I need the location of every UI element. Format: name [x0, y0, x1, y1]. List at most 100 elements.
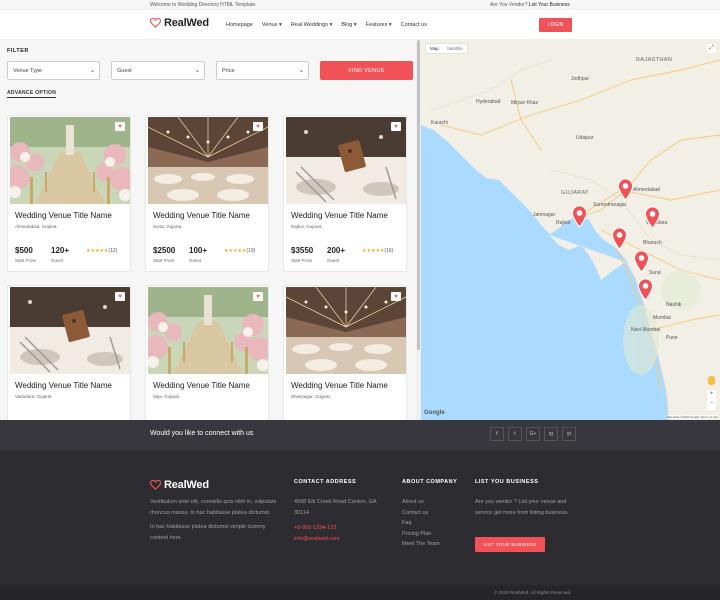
- venue-rating: ★★★★★(19): [224, 248, 255, 254]
- nav-item-contact-us[interactable]: Contact us: [401, 22, 427, 28]
- site-header: RealWed Homepage Venue ▾ Real Weddings ▾ Bl…: [0, 10, 720, 40]
- venue-type-select[interactable]: Venue Type ⌄: [7, 61, 100, 80]
- footer-link[interactable]: About us: [402, 497, 440, 508]
- guest-select[interactable]: Guest ⌄: [111, 61, 205, 80]
- chevron-down-icon: ⌄: [298, 68, 304, 74]
- review-count: (12): [108, 248, 118, 254]
- list-business-button[interactable]: LIST YOUR BUSINESS: [475, 537, 545, 552]
- youtube-icon[interactable]: yt: [562, 427, 576, 441]
- facebook-icon[interactable]: f: [490, 427, 504, 441]
- venue-title[interactable]: Wedding Venue Title Name: [153, 211, 250, 220]
- venue-map[interactable]: Map Satellite ⤢ RAJASTHAN Hyderabad Mirpur …: [421, 40, 720, 420]
- star-icons: ★★★★★: [224, 248, 247, 254]
- main-nav: Homepage Venue ▾ Real Weddings ▾ Blog ▾ Feat…: [226, 22, 427, 28]
- venue-card[interactable]: ♥ Wedding Venue Title Name Rajkot, Gujarat…: [283, 115, 407, 272]
- map-label: Karachi: [431, 120, 448, 126]
- map-pin-icon[interactable]: [633, 250, 650, 278]
- map-pin-icon[interactable]: [617, 178, 634, 206]
- nav-item-venue[interactable]: Venue ▾: [262, 22, 282, 28]
- venue-location: Bhavnagar, Gujarat.: [291, 394, 332, 399]
- review-count: (16): [384, 248, 394, 254]
- venue-title[interactable]: Wedding Venue Title Name: [291, 381, 388, 390]
- fullscreen-icon[interactable]: ⤢: [707, 44, 716, 53]
- map-pin-icon[interactable]: [611, 227, 628, 255]
- footer-link[interactable]: Meet The Team: [402, 539, 440, 550]
- chevron-down-icon: ▾: [387, 22, 392, 28]
- guest-label: Guest: [327, 258, 340, 263]
- twitter-icon[interactable]: t: [508, 427, 522, 441]
- venue-price: $2500: [153, 246, 176, 255]
- map-pin-icon[interactable]: [637, 278, 654, 306]
- heart-icon[interactable]: ♥: [253, 122, 263, 131]
- map-label: Mirpur Khas: [511, 100, 538, 106]
- heart-logo-icon: [150, 480, 161, 490]
- map-label: Jodhpur: [571, 76, 590, 82]
- map-tab-satellite[interactable]: Satellite: [443, 44, 467, 53]
- chevron-down-icon: ▾: [277, 22, 282, 28]
- zoom-in-icon[interactable]: +: [707, 390, 716, 399]
- venue-title[interactable]: Wedding Venue Title Name: [153, 381, 250, 390]
- footer-link[interactable]: Contact us: [402, 508, 440, 519]
- heart-logo-icon: [150, 18, 161, 28]
- heart-icon[interactable]: ♥: [115, 122, 125, 131]
- venue-card[interactable]: ♥ Wedding Venue Title Name Surat, Gujarat.…: [145, 115, 269, 272]
- price-select[interactable]: Price ⌄: [216, 61, 309, 80]
- nav-item-real-weddings[interactable]: Real Weddings ▾: [291, 22, 333, 28]
- map-attribution[interactable]: Map data ©2018 Google Terms of Use: [666, 415, 718, 419]
- venue-image[interactable]: ♥: [286, 117, 406, 204]
- vendor-prompt: Are You Vendor? List Your Business: [490, 2, 570, 8]
- footer-link[interactable]: Pricing Plan: [402, 529, 440, 540]
- pegman-icon[interactable]: [708, 376, 715, 385]
- contact-phone[interactable]: +0-800-1234-123: [294, 523, 384, 534]
- zoom-controls[interactable]: + −: [707, 390, 716, 410]
- venue-type-value: Venue Type: [13, 68, 42, 74]
- heart-icon[interactable]: ♥: [253, 292, 263, 301]
- venue-image[interactable]: ♥: [10, 117, 130, 204]
- price-label: Start From: [291, 258, 313, 263]
- nav-item-blog[interactable]: Blog ▾: [341, 22, 356, 28]
- footer-logo[interactable]: RealWed: [150, 479, 209, 491]
- list-business-link[interactable]: List Your Business: [529, 2, 570, 8]
- heart-icon[interactable]: ♥: [391, 292, 401, 301]
- venue-image[interactable]: ♥: [10, 287, 130, 374]
- main-content: FILTER Venue Type ⌄ Guest ⌄ Price ⌄ FIND VE…: [0, 40, 720, 420]
- map-type-tabs: Map Satellite: [426, 44, 467, 53]
- nav-item-homepage[interactable]: Homepage: [226, 22, 253, 28]
- company-links: About us Contact us Faq Pricing Plan Meet Th…: [402, 497, 440, 550]
- venue-card[interactable]: ♥ Wedding Venue Title Name Vadodara, Gujar…: [7, 285, 131, 420]
- find-venue-button[interactable]: FIND VENUE: [320, 61, 413, 80]
- venue-card[interactable]: ♥ Wedding Venue Title Name Ahmedabad, Guja…: [7, 115, 131, 272]
- venue-image[interactable]: ♥: [148, 287, 268, 374]
- listing-scrollbar-thumb[interactable]: [417, 40, 420, 350]
- instagram-icon[interactable]: ig: [544, 427, 558, 441]
- nav-label: Venue: [261, 22, 278, 28]
- map-pin-icon[interactable]: [571, 205, 588, 233]
- venue-title[interactable]: Wedding Venue Title Name: [291, 211, 388, 220]
- contact-address: 4998 Elk Creek Road Canton, GA 30114: [294, 499, 377, 516]
- venue-card[interactable]: ♥ Wedding Venue Title Name Bhavnagar, Guja…: [283, 285, 407, 420]
- map-pin-icon[interactable]: [644, 206, 661, 234]
- venue-image[interactable]: ♥: [286, 287, 406, 374]
- guest-label: Guest: [51, 258, 64, 263]
- footer-link[interactable]: Faq: [402, 518, 440, 529]
- contact-email[interactable]: info@realwed.com: [294, 534, 384, 545]
- heart-icon[interactable]: ♥: [391, 122, 401, 131]
- google-plus-icon[interactable]: G+: [526, 427, 540, 441]
- nav-label: Features: [365, 22, 388, 28]
- login-button[interactable]: LOGIN: [539, 18, 572, 32]
- venue-card[interactable]: ♥ Wedding Venue Title Name Vapi, Gujarat.: [145, 285, 269, 420]
- venue-image[interactable]: ♥: [148, 117, 268, 204]
- venue-price: $3550: [291, 246, 314, 255]
- zoom-out-icon[interactable]: −: [707, 399, 716, 408]
- advance-option-link[interactable]: ADVANCE OPTION: [7, 90, 57, 98]
- map-label: RAJASTHAN: [636, 57, 673, 63]
- venue-title[interactable]: Wedding Venue Title Name: [15, 381, 112, 390]
- venue-title[interactable]: Wedding Venue Title Name: [15, 211, 112, 220]
- nav-item-features[interactable]: Features ▾: [366, 22, 392, 28]
- venue-price: $500: [15, 246, 33, 255]
- business-heading: LIST YOU BUSINESS: [475, 479, 539, 485]
- map-tab-map[interactable]: Map: [426, 44, 443, 53]
- nav-label: Contact us: [400, 22, 427, 28]
- heart-icon[interactable]: ♥: [115, 292, 125, 301]
- site-logo[interactable]: RealWed: [150, 17, 209, 29]
